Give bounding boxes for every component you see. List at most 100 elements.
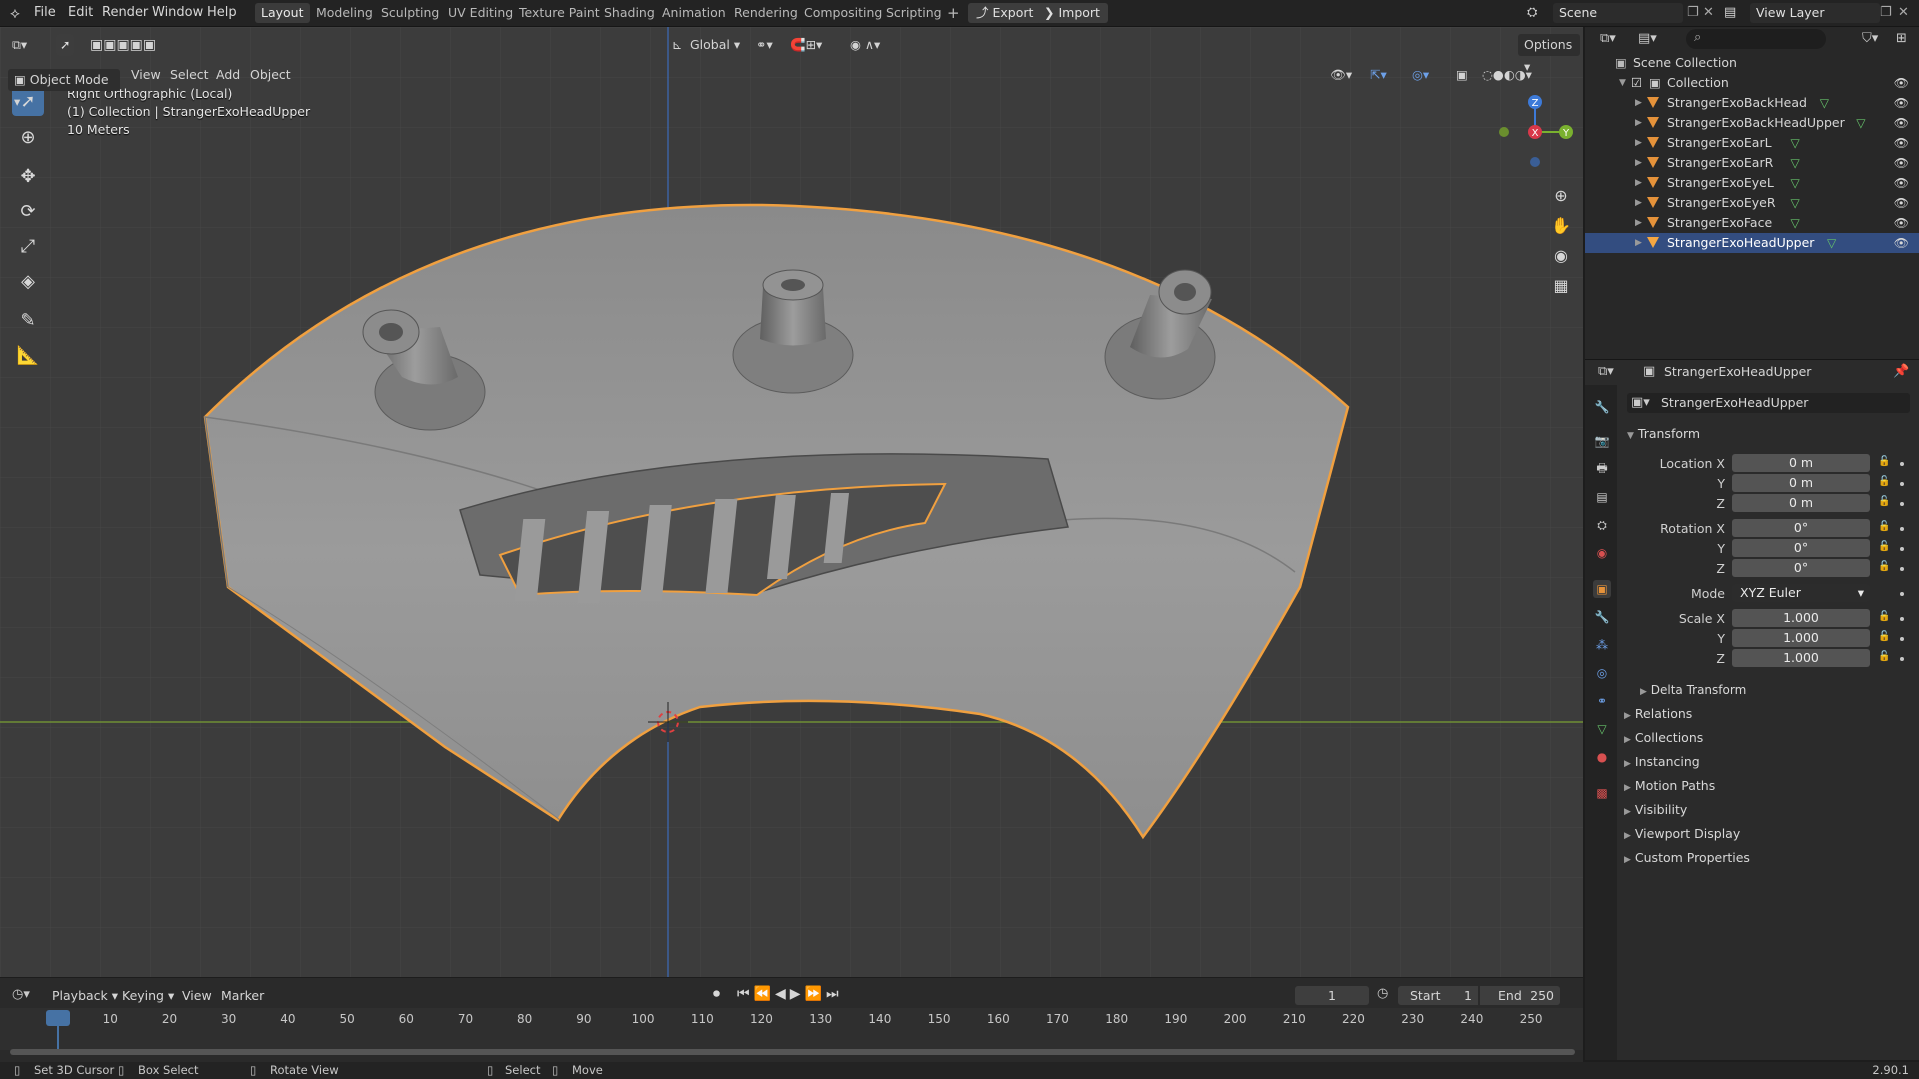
properties-editor-icon[interactable]: ⧉▾ bbox=[1598, 364, 1614, 379]
delta-transform-header[interactable]: ▶ Delta Transform bbox=[1640, 683, 1746, 697]
selection-mode-icons[interactable]: ▣▣▣▣▣ bbox=[90, 27, 156, 63]
navigation-gizmo[interactable]: Z Y X bbox=[1490, 82, 1580, 172]
scale-z-field[interactable]: 1.000 bbox=[1732, 649, 1870, 667]
outliner-collection[interactable]: ▼ ☑ ▣ Collection 👁 bbox=[1585, 73, 1919, 93]
expand-arrow-icon[interactable]: ▶ bbox=[1635, 153, 1642, 173]
expand-arrow-icon[interactable]: ▶ bbox=[1635, 193, 1642, 213]
tab-compositing[interactable]: Compositing bbox=[798, 3, 888, 23]
expand-arrow-icon[interactable]: ▶ bbox=[1635, 173, 1642, 193]
property-section-header[interactable]: ▶ Collections bbox=[1624, 730, 1703, 745]
annotate-tool[interactable]: ✎ bbox=[12, 305, 44, 335]
transform-panel-header[interactable]: ▼ Transform bbox=[1627, 426, 1700, 441]
keyframe-dot-icon[interactable] bbox=[1900, 502, 1904, 506]
cursor-tool[interactable]: ⊕ bbox=[12, 122, 44, 152]
keyframe-dot-icon[interactable] bbox=[1900, 567, 1904, 571]
view-layer-tab-icon[interactable]: ▤ bbox=[1593, 488, 1611, 506]
property-section-header[interactable]: ▶ Instancing bbox=[1624, 754, 1700, 769]
lock-icon[interactable]: 🔓 bbox=[1878, 611, 1890, 622]
mesh-data-icon[interactable]: ▽ bbox=[1791, 213, 1800, 233]
start-frame-field[interactable]: Start 1 bbox=[1398, 986, 1478, 1005]
mesh-data-icon[interactable]: ▽ bbox=[1827, 233, 1836, 253]
tab-rendering[interactable]: Rendering bbox=[728, 3, 804, 23]
rotation-z-field[interactable]: 0° bbox=[1732, 559, 1870, 577]
keyframe-dot-icon[interactable] bbox=[1900, 527, 1904, 531]
property-section-header[interactable]: ▶ Motion Paths bbox=[1624, 778, 1715, 793]
object-tab-icon[interactable]: ▣ bbox=[1593, 580, 1611, 598]
visibility-eye-icon[interactable]: 👁 bbox=[1894, 113, 1909, 133]
property-section-header[interactable]: ▶ Custom Properties bbox=[1624, 850, 1750, 865]
pivot-point-icon[interactable]: ⚭▾ bbox=[756, 27, 773, 63]
tab-scripting[interactable]: Scripting bbox=[880, 3, 948, 23]
expand-arrow-icon[interactable]: ▼ bbox=[1619, 73, 1626, 93]
camera-icon[interactable]: ◉ bbox=[1547, 241, 1575, 269]
tool-select-button[interactable]: ➚ bbox=[56, 34, 75, 56]
scene-icon[interactable]: ⛭ bbox=[1527, 0, 1537, 26]
new-view-layer-icon[interactable]: ❐ bbox=[1880, 0, 1892, 26]
visibility-eye-icon[interactable]: 👁 bbox=[1894, 173, 1909, 193]
visibility-eye-icon[interactable]: 👁 bbox=[1894, 93, 1909, 113]
pin-icon[interactable]: 📌 bbox=[1893, 364, 1909, 379]
clock-icon[interactable]: ◷ bbox=[1377, 986, 1388, 1001]
menu-window[interactable]: Window bbox=[152, 0, 203, 26]
texture-tab-icon[interactable]: ▩ bbox=[1593, 784, 1611, 802]
property-section-header[interactable]: ▶ Visibility bbox=[1624, 802, 1687, 817]
snap-icon[interactable]: 🧲⊞▾ bbox=[790, 27, 822, 63]
3d-viewport[interactable]: Z Y X ⊕ ✋ ◉ ▦ Right Orthographic (Local)… bbox=[0, 27, 1583, 977]
visibility-eye-icon[interactable]: 👁 bbox=[1894, 193, 1909, 213]
expand-arrow-icon[interactable]: ▶ bbox=[1635, 113, 1642, 133]
tool-tab-icon[interactable]: 🔧 bbox=[1593, 398, 1611, 416]
outliner-object-row[interactable]: ▶ StrangerExoBackHeadUpper ▽ 👁 bbox=[1585, 113, 1919, 133]
mesh-data-icon[interactable]: ▽ bbox=[1791, 153, 1800, 173]
outliner-editor-icon[interactable]: ⧉▾ bbox=[1600, 31, 1616, 46]
location-y-field[interactable]: 0 m bbox=[1732, 474, 1870, 492]
menu-select[interactable]: Select bbox=[170, 64, 209, 86]
menu-help[interactable]: Help bbox=[207, 0, 237, 26]
rotation-mode-dropdown[interactable]: XYZ Euler ▾ bbox=[1732, 584, 1870, 602]
mesh-data-icon[interactable]: ▽ bbox=[1820, 93, 1829, 113]
menu-view[interactable]: View bbox=[131, 64, 161, 86]
menu-timeline-view[interactable]: View bbox=[182, 988, 212, 1003]
current-frame-field[interactable]: 1 bbox=[1295, 986, 1369, 1005]
lock-icon[interactable]: 🔓 bbox=[1878, 541, 1890, 552]
playback-controls[interactable]: ⏮⏪◀▶⏩⏭ bbox=[737, 986, 843, 1002]
outliner-object-row[interactable]: ▶ StrangerExoHeadUpper ▽ 👁 bbox=[1585, 233, 1919, 253]
export-button[interactable]: ⤴ Export bbox=[968, 3, 1042, 23]
menu-playback[interactable]: Playback ▾ bbox=[52, 988, 118, 1003]
visibility-eye-icon[interactable]: 👁 bbox=[1894, 233, 1909, 253]
options-dropdown[interactable]: Options ▾ bbox=[1518, 34, 1580, 74]
view-layer-icon[interactable]: ▤ bbox=[1724, 0, 1736, 26]
checkbox-icon[interactable]: ☑ bbox=[1631, 73, 1642, 93]
outliner-object-row[interactable]: ▶ StrangerExoEarR ▽ 👁 bbox=[1585, 153, 1919, 173]
tab-texture-paint[interactable]: Texture Paint bbox=[513, 3, 606, 23]
material-tab-icon[interactable]: ● bbox=[1593, 748, 1611, 766]
outliner-object-row[interactable]: ▶ StrangerExoBackHead ▽ 👁 bbox=[1585, 93, 1919, 113]
tab-layout[interactable]: Layout bbox=[255, 3, 310, 23]
new-collection-icon[interactable]: ⊞ bbox=[1896, 31, 1907, 46]
expand-arrow-icon[interactable]: ▶ bbox=[1635, 93, 1642, 113]
viewport-canvas[interactable] bbox=[0, 27, 1583, 977]
visibility-icon[interactable]: 👁▾ bbox=[1330, 64, 1352, 86]
scene-tab-icon[interactable]: ⛭ bbox=[1593, 516, 1611, 534]
scale-y-field[interactable]: 1.000 bbox=[1732, 629, 1870, 647]
tab-uv-editing[interactable]: UV Editing bbox=[442, 3, 519, 23]
tab-sculpting[interactable]: Sculpting bbox=[375, 3, 445, 23]
menu-object[interactable]: Object bbox=[250, 64, 291, 86]
keyframe-dot-icon[interactable] bbox=[1900, 637, 1904, 641]
lock-icon[interactable]: 🔓 bbox=[1878, 651, 1890, 662]
delete-scene-icon[interactable]: ✕ bbox=[1703, 0, 1714, 26]
keyframe-dot-icon[interactable] bbox=[1900, 617, 1904, 621]
outliner-object-row[interactable]: ▶ StrangerExoEarL ▽ 👁 bbox=[1585, 133, 1919, 153]
mode-dropdown[interactable]: ▣ Object Mode ▾ bbox=[8, 69, 120, 109]
outliner-scene-collection[interactable]: ▣ Scene Collection bbox=[1585, 53, 1919, 73]
transform-orientation-dropdown[interactable]: Global ▾ bbox=[690, 27, 740, 63]
particles-tab-icon[interactable]: ⁂ bbox=[1593, 636, 1611, 654]
keyframe-dot-icon[interactable] bbox=[1900, 592, 1904, 596]
proportional-edit-icon[interactable]: ◉ ∧▾ bbox=[850, 27, 880, 63]
gizmo-toggle-icon[interactable]: ⇱▾ bbox=[1370, 64, 1387, 86]
menu-edit[interactable]: Edit bbox=[68, 0, 93, 26]
keyframe-dot-icon[interactable] bbox=[1900, 482, 1904, 486]
editor-type-icon[interactable]: ⧉▾ bbox=[12, 27, 27, 63]
constraints-tab-icon[interactable]: ⚭ bbox=[1593, 692, 1611, 710]
display-mode-icon[interactable]: ▤▾ bbox=[1638, 31, 1657, 46]
lock-icon[interactable]: 🔓 bbox=[1878, 521, 1890, 532]
